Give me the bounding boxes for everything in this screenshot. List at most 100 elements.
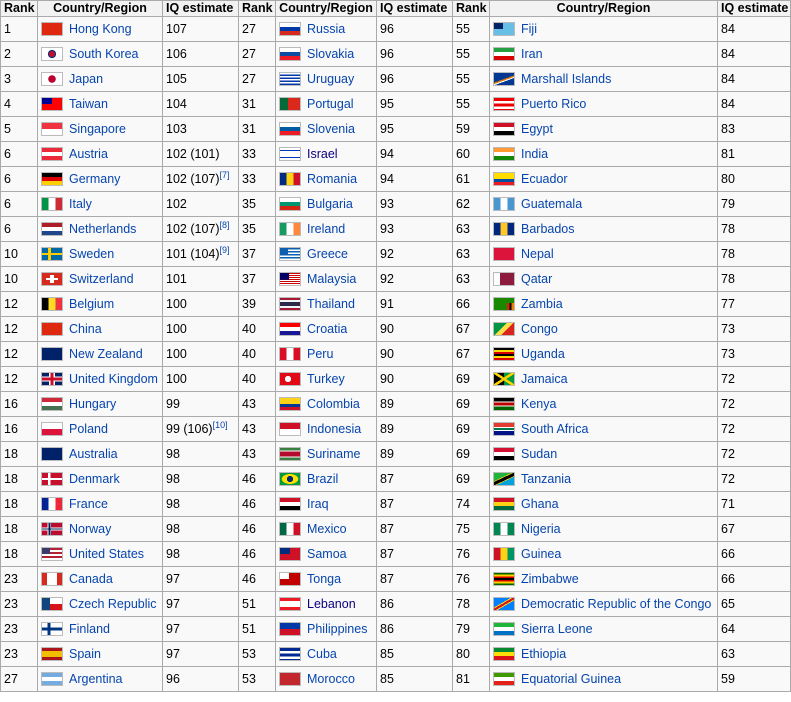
country-link[interactable]: Zimbabwe bbox=[521, 572, 579, 587]
country-link[interactable]: Congo bbox=[521, 322, 558, 337]
iq-estimate-header[interactable]: IQ estimate bbox=[376, 0, 453, 17]
country-link[interactable]: Taiwan bbox=[69, 97, 108, 112]
country-link[interactable]: Tanzania bbox=[521, 472, 571, 487]
country-link[interactable]: Argentina bbox=[69, 672, 123, 687]
country-link[interactable]: Russia bbox=[307, 22, 345, 37]
country-link[interactable]: Norway bbox=[69, 522, 111, 537]
country-link[interactable]: Italy bbox=[69, 197, 92, 212]
country-link[interactable]: Jamaica bbox=[521, 372, 568, 387]
country-link[interactable]: Denmark bbox=[69, 472, 120, 487]
country-link[interactable]: Cuba bbox=[307, 647, 337, 662]
country-link[interactable]: Sweden bbox=[69, 247, 114, 262]
reference-link[interactable]: [8] bbox=[220, 219, 230, 229]
country-link[interactable]: Sierra Leone bbox=[521, 622, 593, 637]
reference-link[interactable]: [9] bbox=[220, 244, 230, 254]
country-link[interactable]: Equatorial Guinea bbox=[521, 672, 621, 687]
country-link[interactable]: Suriname bbox=[307, 447, 361, 462]
country-link[interactable]: Canada bbox=[69, 572, 113, 587]
country-link[interactable]: Israel bbox=[307, 147, 338, 162]
country-link[interactable]: Ecuador bbox=[521, 172, 568, 187]
country-link[interactable]: Nepal bbox=[521, 247, 554, 262]
flag-portugal-icon bbox=[279, 97, 301, 111]
country-link[interactable]: Netherlands bbox=[69, 222, 136, 237]
country-link[interactable]: Turkey bbox=[307, 372, 345, 387]
country-link[interactable]: Poland bbox=[69, 422, 108, 437]
country-header[interactable]: Country/Region bbox=[275, 0, 377, 17]
country-link[interactable]: Slovakia bbox=[307, 47, 354, 62]
country-link[interactable]: Samoa bbox=[307, 547, 347, 562]
country-link[interactable]: Ghana bbox=[521, 497, 559, 512]
country-link[interactable]: Romania bbox=[307, 172, 357, 187]
country-link[interactable]: United Kingdom bbox=[69, 372, 158, 387]
rank-header[interactable]: Rank bbox=[0, 0, 38, 17]
country-link[interactable]: Switzerland bbox=[69, 272, 134, 287]
country-link[interactable]: Guatemala bbox=[521, 197, 582, 212]
country-link[interactable]: Tonga bbox=[307, 572, 341, 587]
country-link[interactable]: Finland bbox=[69, 622, 110, 637]
country-link[interactable]: France bbox=[69, 497, 108, 512]
country-link[interactable]: Marshall Islands bbox=[521, 72, 611, 87]
country-link[interactable]: South Korea bbox=[69, 47, 139, 62]
flag-argentina-icon bbox=[41, 672, 63, 686]
iq-value: 73 bbox=[721, 346, 735, 361]
country-link[interactable]: Qatar bbox=[521, 272, 552, 287]
country-link[interactable]: Fiji bbox=[521, 22, 537, 37]
country-link[interactable]: Lebanon bbox=[307, 597, 356, 612]
country-link[interactable]: Kenya bbox=[521, 397, 556, 412]
country-link[interactable]: Colombia bbox=[307, 397, 360, 412]
country-link[interactable]: Mexico bbox=[307, 522, 347, 537]
country-link[interactable]: Japan bbox=[69, 72, 103, 87]
country-link[interactable]: Zambia bbox=[521, 297, 563, 312]
country-link[interactable]: China bbox=[69, 322, 102, 337]
country-link[interactable]: Spain bbox=[69, 647, 101, 662]
rank-header[interactable]: Rank bbox=[238, 0, 276, 17]
flag-zimbabwe-icon bbox=[493, 572, 515, 586]
country-link[interactable]: Barbados bbox=[521, 222, 575, 237]
country-link[interactable]: India bbox=[521, 147, 548, 162]
country-link[interactable]: Sudan bbox=[521, 447, 557, 462]
country-link[interactable]: Czech Republic bbox=[69, 597, 157, 612]
country-link[interactable]: Hong Kong bbox=[69, 22, 132, 37]
country-link[interactable]: Slovenia bbox=[307, 122, 355, 137]
country-link[interactable]: Austria bbox=[69, 147, 108, 162]
country-header[interactable]: Country/Region bbox=[489, 0, 718, 17]
country-link[interactable]: United States bbox=[69, 547, 144, 562]
country-link[interactable]: South Africa bbox=[521, 422, 588, 437]
country-link[interactable]: Germany bbox=[69, 172, 120, 187]
country-link[interactable]: Peru bbox=[307, 347, 333, 362]
country-link[interactable]: Belgium bbox=[69, 297, 114, 312]
country-link[interactable]: Australia bbox=[69, 447, 118, 462]
country-link[interactable]: Ireland bbox=[307, 222, 345, 237]
country-link[interactable]: Uganda bbox=[521, 347, 565, 362]
country-link[interactable]: Philippines bbox=[307, 622, 367, 637]
country-link[interactable]: Morocco bbox=[307, 672, 355, 687]
iq-estimate-header[interactable]: IQ estimate bbox=[717, 0, 791, 17]
country-link[interactable]: Iran bbox=[521, 47, 543, 62]
reference-link[interactable]: [10] bbox=[213, 419, 228, 429]
country-link[interactable]: Uruguay bbox=[307, 72, 354, 87]
reference-link[interactable]: [7] bbox=[220, 169, 230, 179]
iq-estimate-header[interactable]: IQ estimate bbox=[162, 0, 239, 17]
country-link[interactable]: Portugal bbox=[307, 97, 354, 112]
country-link[interactable]: Indonesia bbox=[307, 422, 361, 437]
country-link[interactable]: Egypt bbox=[521, 122, 553, 137]
country-link[interactable]: Guinea bbox=[521, 547, 561, 562]
country-header[interactable]: Country/Region bbox=[37, 0, 163, 17]
country-link[interactable]: Iraq bbox=[307, 497, 329, 512]
country-link[interactable]: Brazil bbox=[307, 472, 338, 487]
country-link[interactable]: New Zealand bbox=[69, 347, 143, 362]
iq-cell: 63 bbox=[717, 641, 791, 667]
country-link[interactable]: Thailand bbox=[307, 297, 355, 312]
country-link[interactable]: Greece bbox=[307, 247, 348, 262]
country-link[interactable]: Croatia bbox=[307, 322, 347, 337]
country-link[interactable]: Malaysia bbox=[307, 272, 356, 287]
country-link[interactable]: Democratic Republic of the Congo bbox=[521, 597, 711, 612]
iq-cell: 93 bbox=[376, 216, 453, 242]
country-link[interactable]: Singapore bbox=[69, 122, 126, 137]
country-link[interactable]: Puerto Rico bbox=[521, 97, 586, 112]
country-link[interactable]: Nigeria bbox=[521, 522, 561, 537]
country-link[interactable]: Bulgaria bbox=[307, 197, 353, 212]
country-link[interactable]: Ethiopia bbox=[521, 647, 566, 662]
country-link[interactable]: Hungary bbox=[69, 397, 116, 412]
rank-header[interactable]: Rank bbox=[452, 0, 490, 17]
